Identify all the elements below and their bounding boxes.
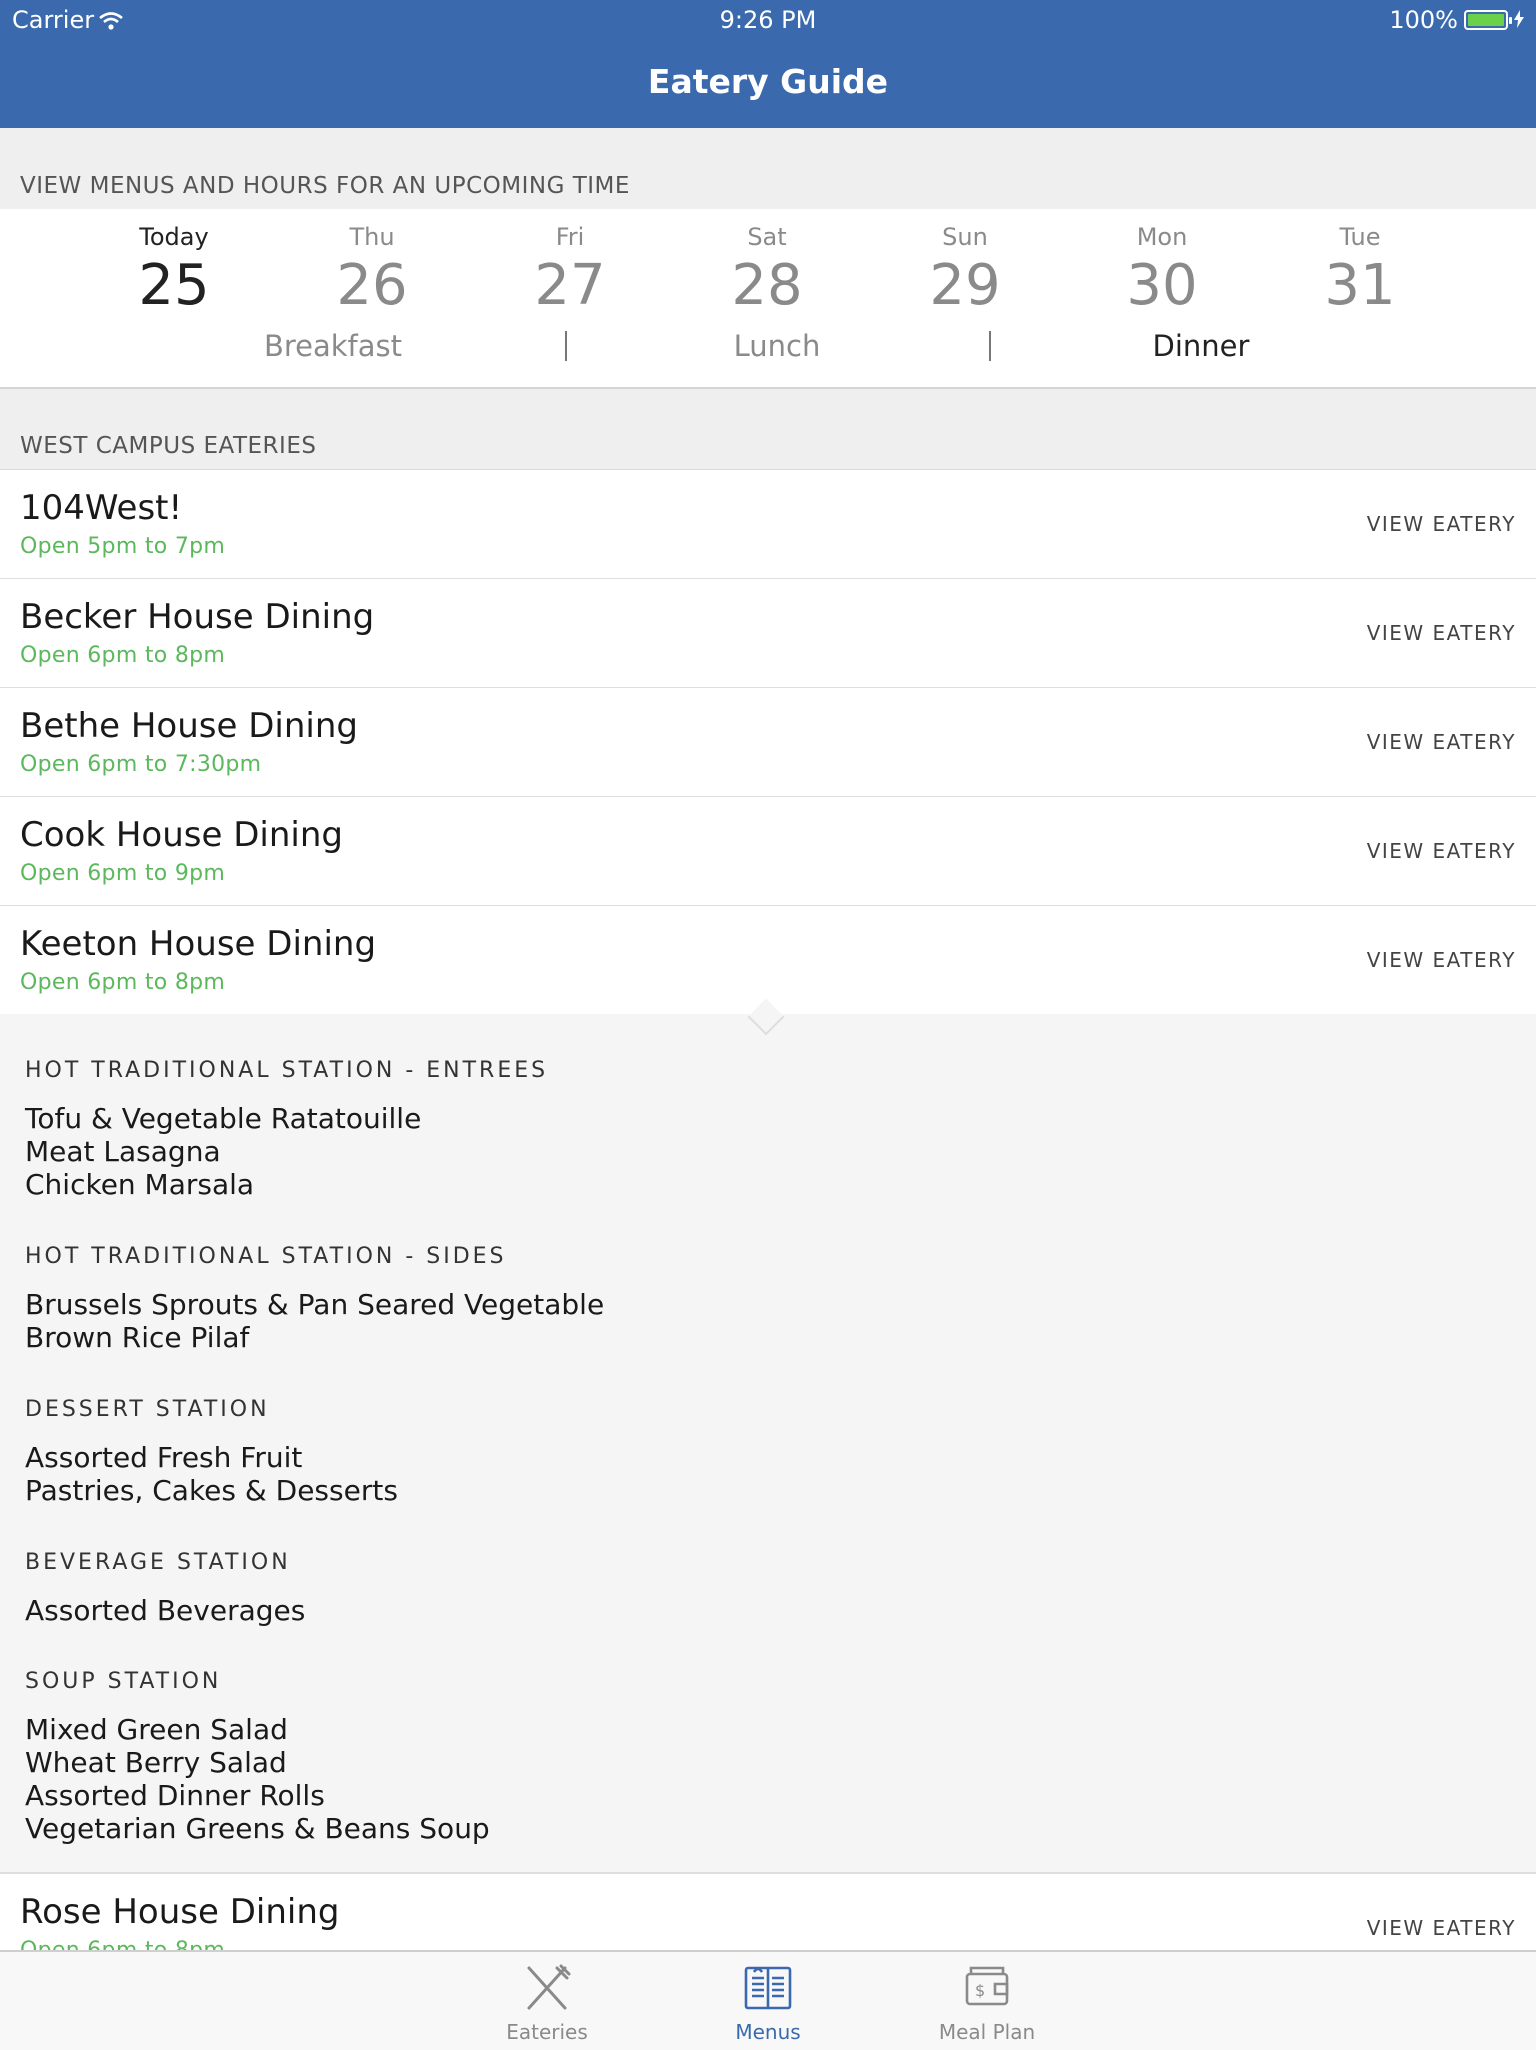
day-number: 28 [731,253,803,318]
charging-bolt-icon [1514,6,1524,34]
upcoming-section-header: VIEW MENUS AND HOURS FOR AN UPCOMING TIM… [0,128,1536,210]
eatery-name: Bethe House Dining [20,706,358,746]
meal-breakfast[interactable]: Breakfast [233,329,433,363]
day-today[interactable]: Today 25 [104,223,244,318]
menu-item: Brussels Sprouts & Pan Seared Vegetable [25,1288,605,1321]
eatery-row-104west[interactable]: 104West! Open 5pm to 7pm VIEW EATERY [0,470,1536,580]
view-eatery-button[interactable]: VIEW EATERY [1367,512,1516,536]
day-name: Mon [1136,223,1188,251]
day-number: 26 [336,253,408,318]
menu-book-icon [688,1962,848,2014]
menu-item: Tofu & Vegetable Ratatouille [25,1102,422,1135]
battery-indicator: 100% [1389,6,1524,34]
menu-item: Meat Lasagna [25,1135,221,1168]
status-bar: Carrier 9:26 PM 100% [0,0,1536,40]
day-mon[interactable]: Mon 30 [1092,223,1232,318]
day-tue[interactable]: Tue 31 [1290,223,1430,318]
day-name: Fri [555,223,585,251]
view-eatery-button[interactable]: VIEW EATERY [1367,730,1516,754]
station-title: HOT TRADITIONAL STATION - SIDES [25,1244,507,1269]
eatery-hours: Open 5pm to 7pm [20,534,226,559]
wallet-icon: $ [907,1962,1067,2014]
day-number: 27 [534,253,606,318]
menu-item: Vegetarian Greens & Beans Soup [25,1812,490,1845]
meal-lunch[interactable]: Lunch [677,329,877,363]
menu-item: Pastries, Cakes & Desserts [25,1474,398,1507]
eatery-row-cook[interactable]: Cook House Dining Open 6pm to 9pm VIEW E… [0,797,1536,907]
west-campus-section-title: WEST CAMPUS EATERIES [20,433,317,459]
day-thu[interactable]: Thu 26 [302,223,442,318]
menu-item: Assorted Fresh Fruit [25,1441,303,1474]
tab-label: Menus [735,2020,801,2044]
menu-item: Wheat Berry Salad [25,1746,287,1779]
west-campus-section-header: WEST CAMPUS EATERIES [0,389,1536,470]
day-number: 29 [929,253,1001,318]
eatery-name: Cook House Dining [20,815,343,855]
day-name: Thu [349,223,395,251]
tab-bar: Eateries Menus $ Meal Plan [0,1950,1536,2050]
navigation-header: Carrier 9:26 PM 100% Eatery Guide [0,0,1536,128]
day-name: Tue [1339,223,1381,251]
view-eatery-button[interactable]: VIEW EATERY [1367,1916,1516,1940]
eatery-row-keeton[interactable]: Keeton House Dining Open 6pm to 8pm VIEW… [0,906,1536,1016]
eatery-name: Rose House Dining [20,1892,340,1932]
day-number: 30 [1126,253,1198,318]
station-title: DESSERT STATION [25,1397,270,1422]
tab-menus[interactable]: Menus [688,1962,848,2044]
upcoming-section-title: VIEW MENUS AND HOURS FOR AN UPCOMING TIM… [20,173,630,199]
eatery-hours: Open 6pm to 9pm [20,861,226,886]
eatery-name: Keeton House Dining [20,924,377,964]
menu-item: Mixed Green Salad [25,1713,288,1746]
menu-item: Assorted Dinner Rolls [25,1779,325,1812]
fork-knife-icon [467,1962,627,2014]
svg-text:$: $ [975,1981,985,2000]
view-eatery-button[interactable]: VIEW EATERY [1367,839,1516,863]
expanded-menu-panel: HOT TRADITIONAL STATION - ENTREES Tofu &… [0,1014,1536,1874]
station-title: HOT TRADITIONAL STATION - ENTREES [25,1058,549,1083]
station-title: SOUP STATION [25,1669,222,1694]
page-title: Eatery Guide [647,62,889,101]
day-number: 31 [1324,253,1396,318]
battery-percent: 100% [1389,6,1458,34]
eatery-row-becker[interactable]: Becker House Dining Open 6pm to 8pm VIEW… [0,579,1536,689]
tab-label: Meal Plan [938,2020,1036,2044]
clock: 9:26 PM [719,6,817,34]
day-name: Today [139,223,209,251]
day-name: Sun [942,223,988,251]
menu-item: Assorted Beverages [25,1594,306,1627]
station-title: BEVERAGE STATION [25,1550,291,1575]
view-eatery-button[interactable]: VIEW EATERY [1367,621,1516,645]
eatery-row-bethe[interactable]: Bethe House Dining Open 6pm to 7:30pm VI… [0,688,1536,798]
day-sun[interactable]: Sun 29 [895,223,1035,318]
menu-item: Chicken Marsala [25,1168,255,1201]
battery-icon [1464,10,1512,30]
view-eatery-button[interactable]: VIEW EATERY [1367,948,1516,972]
tab-meal-plan[interactable]: $ Meal Plan [907,1962,1067,2044]
eatery-hours: Open 6pm to 7:30pm [20,752,262,777]
meal-separator [565,331,567,361]
eatery-name: Becker House Dining [20,597,375,637]
meal-dinner[interactable]: Dinner [1101,329,1301,363]
meal-separator [989,331,991,361]
day-fri[interactable]: Fri 27 [500,223,640,318]
tab-label: Eateries [506,2020,588,2044]
day-number: 25 [138,253,210,318]
eatery-hours: Open 6pm to 8pm [20,643,226,668]
menu-item: Brown Rice Pilaf [25,1321,250,1354]
eatery-hours: Open 6pm to 8pm [20,970,226,995]
tab-eateries[interactable]: Eateries [467,1962,627,2044]
day-name: Sat [747,223,787,251]
date-meal-picker: Today 25 Thu 26 Fri 27 Sat 28 Sun 29 Mon… [0,209,1536,389]
eatery-name: 104West! [20,488,183,528]
day-sat[interactable]: Sat 28 [697,223,837,318]
